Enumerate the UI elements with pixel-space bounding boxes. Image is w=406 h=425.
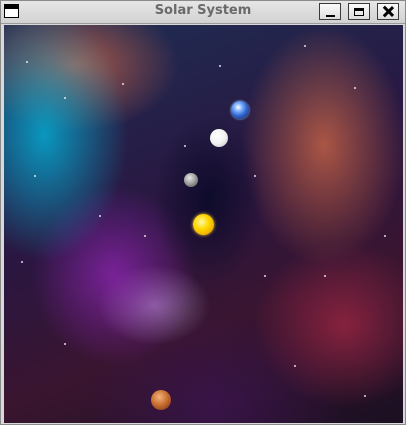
star [304, 45, 306, 47]
window-title: Solar System [154, 3, 252, 18]
minimize-icon [325, 14, 335, 17]
star [34, 175, 36, 177]
close-button[interactable] [377, 3, 399, 20]
close-icon [383, 6, 394, 17]
star [26, 61, 28, 63]
star [99, 215, 101, 217]
app-window: Solar System [0, 0, 406, 425]
star [184, 145, 186, 147]
star [254, 175, 256, 177]
star [384, 235, 386, 237]
star [64, 343, 66, 345]
window-menu-icon[interactable] [4, 4, 19, 18]
star [21, 261, 23, 263]
space-canvas[interactable] [4, 25, 403, 423]
star [64, 97, 66, 99]
maximize-button[interactable] [348, 3, 370, 20]
earth-planet[interactable] [231, 101, 249, 119]
title-bar[interactable]: Solar System [1, 1, 405, 24]
star [144, 235, 146, 237]
gray-moon-planet[interactable] [184, 173, 198, 187]
star [219, 65, 221, 67]
maximize-icon [354, 7, 364, 16]
white-planet[interactable] [210, 129, 228, 147]
minimize-button[interactable] [319, 3, 341, 20]
sun-planet[interactable] [193, 214, 214, 235]
star [354, 87, 356, 89]
star [122, 83, 124, 85]
star [364, 395, 366, 397]
mars-planet[interactable] [151, 390, 171, 410]
star [324, 275, 326, 277]
star [294, 365, 296, 367]
star [264, 275, 266, 277]
